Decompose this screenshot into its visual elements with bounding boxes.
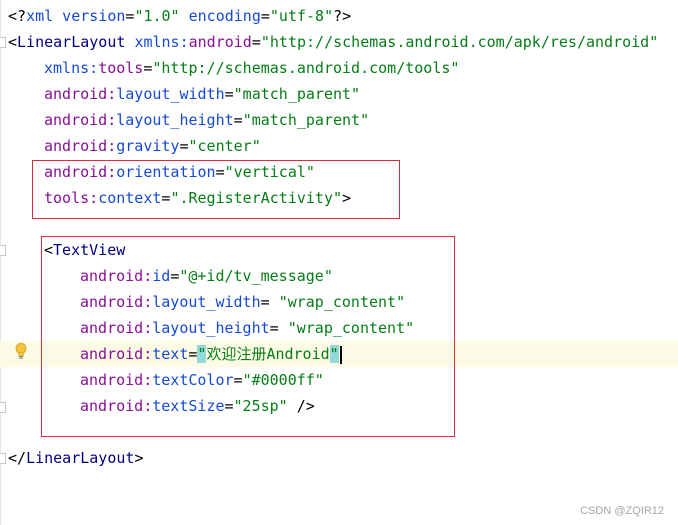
equals: = bbox=[179, 137, 189, 155]
attr-name: layout_height bbox=[116, 111, 234, 129]
watermark: CSDN @ZQIR12 bbox=[580, 505, 664, 517]
code-line-6[interactable]: android:gravity="center" bbox=[44, 133, 261, 159]
attr-namespace: xmlns: bbox=[134, 33, 189, 51]
code-line-2[interactable]: <LinearLayout xmlns:android="http://sche… bbox=[8, 29, 658, 55]
attr-name: android bbox=[188, 33, 252, 51]
equals: = bbox=[260, 7, 270, 25]
xml-decl-value: "utf-8" bbox=[269, 7, 334, 25]
tag-name: LinearLayout bbox=[26, 449, 135, 467]
attr-name: tools bbox=[98, 59, 144, 77]
tag-name: LinearLayout bbox=[17, 33, 126, 51]
attr-value: "match_parent" bbox=[242, 111, 370, 129]
annotation-box-orientation bbox=[32, 160, 400, 219]
attr-namespace: xmlns: bbox=[44, 59, 99, 77]
attr-value: "http://schemas.android.com/tools" bbox=[152, 59, 460, 77]
code-line-4[interactable]: android:layout_width="match_parent" bbox=[44, 81, 360, 107]
code-line-5[interactable]: android:layout_height="match_parent" bbox=[44, 107, 369, 133]
xml-decl-attr: xml version bbox=[26, 7, 126, 25]
attr-name: layout_width bbox=[116, 85, 225, 103]
attr-value: "http://schemas.android.com/apk/res/andr… bbox=[260, 33, 659, 51]
attr-value: "match_parent" bbox=[233, 85, 361, 103]
attr-namespace: android: bbox=[44, 85, 117, 103]
fold-marker[interactable] bbox=[0, 245, 6, 256]
fold-marker[interactable] bbox=[0, 402, 6, 413]
tag-close: > bbox=[134, 449, 144, 467]
equals: = bbox=[233, 111, 243, 129]
xml-decl-value: "1.0" bbox=[134, 7, 180, 25]
lightbulb-icon[interactable] bbox=[14, 342, 28, 360]
xml-decl-open: <? bbox=[8, 7, 27, 25]
attr-value: "center" bbox=[188, 137, 261, 155]
equals: = bbox=[224, 85, 234, 103]
tag-open: < bbox=[8, 33, 18, 51]
annotation-box-textview bbox=[41, 236, 455, 437]
gutter-divider bbox=[0, 0, 1, 525]
code-line-18[interactable]: </LinearLayout> bbox=[8, 445, 143, 471]
attr-namespace: android: bbox=[44, 137, 117, 155]
fold-marker[interactable] bbox=[0, 37, 6, 48]
attr-namespace: android: bbox=[44, 111, 117, 129]
attr-name: gravity bbox=[116, 137, 180, 155]
code-editor[interactable]: <?xml version="1.0" encoding="utf-8"?> <… bbox=[0, 0, 678, 525]
tag-open: </ bbox=[8, 449, 27, 467]
code-line-3[interactable]: xmlns:tools="http://schemas.android.com/… bbox=[44, 55, 459, 81]
xml-decl-attr: encoding bbox=[179, 7, 261, 25]
fold-marker[interactable] bbox=[0, 453, 6, 464]
xml-decl-close: ?> bbox=[333, 7, 352, 25]
equals: = bbox=[251, 33, 261, 51]
code-line-1[interactable]: <?xml version="1.0" encoding="utf-8"?> bbox=[8, 3, 351, 29]
